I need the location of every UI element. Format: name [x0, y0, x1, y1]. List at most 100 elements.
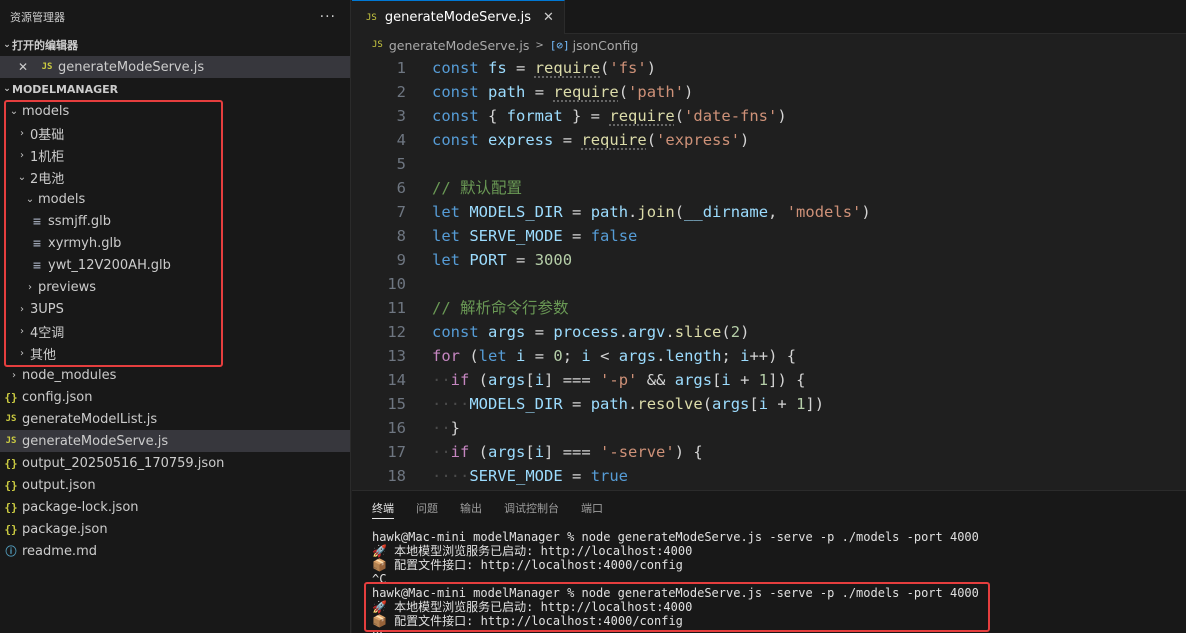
close-icon[interactable]: ✕	[543, 10, 554, 25]
code-line: 16 ··}	[352, 416, 1186, 440]
tree-item-label: 1机柜	[30, 149, 65, 165]
tree-item-label: output_20250516_170759.json	[22, 455, 225, 471]
code-line: 11// 解析命令行参数	[352, 296, 1186, 320]
editor-tab-active[interactable]: JS generateModeServe.js ✕	[352, 0, 565, 34]
tree-folder[interactable]: › previews	[0, 276, 350, 298]
tab-problems[interactable]: 问题	[416, 491, 438, 525]
tree-folder-models[interactable]: ⌄ models	[0, 100, 350, 122]
tree-folder[interactable]: › node_modules	[0, 364, 350, 386]
code-line: 7 let MODELS_DIR = path.join(__dirname, '…	[352, 200, 1186, 224]
tree-item-label: ywt_12V200AH.glb	[48, 257, 171, 273]
line-number: 13	[387, 347, 406, 365]
open-editors-section[interactable]: ⌄ 打开的编辑器	[0, 34, 350, 56]
tree-item-label: 2电池	[30, 171, 65, 187]
file-icon: ≡	[32, 214, 42, 228]
line-number: 6	[396, 179, 406, 197]
workspace-section[interactable]: ⌄ MODELMANAGER	[0, 78, 350, 100]
tree-item-label: 其他	[30, 347, 57, 363]
tab-output[interactable]: 输出	[460, 491, 482, 525]
tree-item-label: generateModelList.js	[22, 411, 158, 427]
chevron-down-icon: ⌄	[17, 171, 27, 183]
tree-folder[interactable]: › 3UPS	[0, 298, 350, 320]
terminal-line: hawk@Mac-mini modelManager % node genera…	[372, 586, 979, 600]
editor-tabbar: JS generateModeServe.js ✕	[352, 0, 1186, 34]
chevron-right-icon: ›	[20, 127, 24, 139]
tree-item-label: models	[22, 103, 70, 119]
tree-file-active[interactable]: JS generateModeServe.js	[0, 430, 350, 452]
tree-file[interactable]: ≡ ywt_12V200AH.glb	[0, 254, 350, 276]
breadcrumb-symbol[interactable]: jsonConfig	[573, 38, 639, 53]
tree-folder[interactable]: ⌄ 2电池	[0, 166, 350, 188]
tree-item-label: 4空调	[30, 325, 65, 341]
tree-file[interactable]: ≡ xyrmyh.glb	[0, 232, 350, 254]
tree-folder[interactable]: › 4空调	[0, 320, 350, 342]
line-number: 10	[387, 275, 406, 293]
code-line: 3 const { format } = require('date-fns')	[352, 104, 1186, 128]
tree-folder[interactable]: ⌄ models	[0, 188, 350, 210]
tree-file[interactable]: {} config.json	[0, 386, 350, 408]
breadcrumb-file[interactable]: generateModeServe.js	[389, 38, 530, 53]
tree-item-label: node_modules	[22, 367, 117, 383]
explorer-sidebar: 资源管理器 ··· ⌄ 打开的编辑器 ✕ JS generateModeServ…	[0, 0, 351, 633]
info-icon: ⓘ	[5, 545, 17, 558]
code-line: 10	[352, 272, 1186, 296]
terminal-line: hawk@Mac-mini modelManager % node genera…	[372, 530, 979, 544]
chevron-right-icon: ›	[12, 369, 16, 381]
tree-item-label: package.json	[22, 521, 108, 537]
tree-file[interactable]: {} output_20250516_170759.json	[0, 452, 350, 474]
json-file-icon: {}	[4, 456, 18, 470]
chevron-right-icon: ›	[28, 281, 32, 293]
code-line: 15 ····MODELS_DIR = path.resolve(args[i +…	[352, 392, 1186, 416]
panel-tabs: 终端 问题 输出 调试控制台 端口	[352, 491, 1186, 525]
tree-file[interactable]: JS generateModelList.js	[0, 408, 350, 430]
close-icon[interactable]: ✕	[16, 60, 30, 74]
tree-file[interactable]: ≡ ssmjff.glb	[0, 210, 350, 232]
tree-folder[interactable]: › 0基础	[0, 122, 350, 144]
bottom-panel: 终端 问题 输出 调试控制台 端口 hawk@Mac-mini modelMan…	[352, 490, 1186, 633]
code-editor[interactable]: 1 const fs = require('fs') 2 const path = …	[352, 56, 1186, 488]
chevron-down-icon: ⌄	[3, 40, 11, 50]
tree-item-label: package-lock.json	[22, 499, 139, 515]
tree-file[interactable]: {} output.json	[0, 474, 350, 496]
code-line: 14 ··if (args[i] === '-p' && args[i + 1])…	[352, 368, 1186, 392]
terminal-output[interactable]: hawk@Mac-mini modelManager % node genera…	[352, 525, 1186, 633]
tree-item-label: ssmjff.glb	[48, 213, 112, 229]
tree-file[interactable]: {} package.json	[0, 518, 350, 540]
symbol-variable-icon: [⊘]	[549, 38, 570, 52]
tree-folder[interactable]: › 1机柜	[0, 144, 350, 166]
javascript-file-icon: JS	[5, 414, 17, 424]
tree-file[interactable]: {} package-lock.json	[0, 496, 350, 518]
more-actions-icon[interactable]: ···	[320, 9, 336, 25]
chevron-right-icon: ›	[20, 325, 24, 337]
line-number: 8	[396, 227, 406, 245]
chevron-right-icon: ›	[20, 149, 24, 161]
chevron-right-icon: >	[535, 39, 544, 51]
json-file-icon: {}	[4, 500, 18, 514]
tree-item-label: models	[38, 191, 86, 207]
tab-ports[interactable]: 端口	[581, 491, 603, 525]
explorer-header: 资源管理器 ···	[0, 0, 350, 34]
line-number: 15	[387, 395, 406, 413]
breadcrumb: JS generateModeServe.js > [⊘] jsonConfig	[352, 34, 1186, 56]
javascript-file-icon: JS	[5, 436, 17, 446]
tab-debug-console[interactable]: 调试控制台	[504, 491, 559, 525]
tree-item-label: xyrmyh.glb	[48, 235, 122, 251]
chevron-down-icon: ⌄	[25, 193, 35, 205]
code-line: 18 ····SERVE_MODE = true	[352, 464, 1186, 488]
line-number: 1	[396, 59, 406, 77]
open-editor-item[interactable]: ✕ JS generateModeServe.js	[0, 56, 350, 78]
tab-terminal[interactable]: 终端	[372, 491, 394, 525]
code-line: 2 const path = require('path')	[352, 80, 1186, 104]
terminal-line: ^C	[372, 572, 387, 586]
code-line: 17 ··if (args[i] === '-serve') {	[352, 440, 1186, 464]
terminal-line: 📦 配置文件接口: http://localhost:4000/config	[372, 558, 683, 572]
line-number: 16	[387, 419, 406, 437]
tree-file[interactable]: ⓘ readme.md	[0, 540, 350, 562]
code-line: 9 let PORT = 3000	[352, 248, 1186, 272]
terminal-line: 🚀 本地模型浏览服务已启动: http://localhost:4000	[372, 600, 693, 614]
tree-folder[interactable]: › 其他	[0, 342, 350, 364]
tree-item-label: previews	[38, 279, 97, 295]
line-number: 5	[396, 155, 406, 173]
chevron-down-icon: ⌄	[3, 84, 11, 94]
terminal-line: ^C	[372, 628, 1186, 633]
